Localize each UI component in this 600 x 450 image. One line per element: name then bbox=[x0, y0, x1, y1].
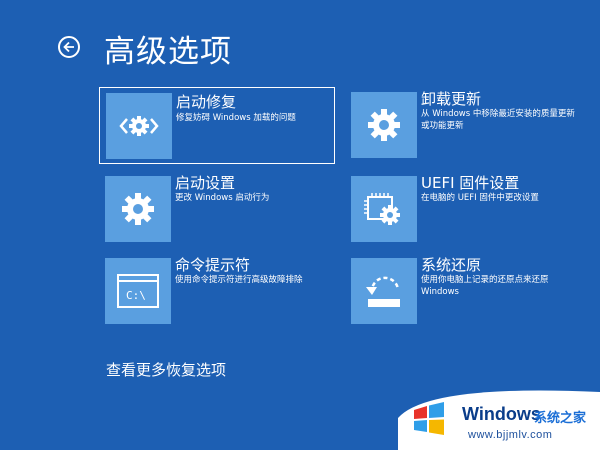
option-title: UEFI 固件设置 bbox=[421, 174, 520, 192]
option-startup-settings[interactable]: 启动设置 更改 Windows 启动行为 bbox=[105, 174, 337, 250]
command-prompt-icon: C:\ bbox=[117, 274, 159, 308]
option-tile bbox=[351, 92, 417, 158]
option-title: 启动修复 bbox=[176, 93, 237, 111]
option-tile: C:\ bbox=[105, 258, 171, 324]
option-tile bbox=[106, 93, 172, 159]
option-description: 更改 Windows 启动行为 bbox=[175, 193, 270, 203]
option-startup-repair[interactable]: 启动修复 修复妨碍 Windows 加载的问题 bbox=[99, 87, 335, 164]
option-title: 命令提示符 bbox=[175, 256, 251, 274]
option-description: 使用命令提示符进行高级故障排除 bbox=[175, 275, 303, 285]
option-uninstall-updates[interactable]: 卸载更新 从 Windows 中移除最近安装的质量更新或功能更新 bbox=[351, 90, 583, 166]
watermark-subtitle: 系统之家 bbox=[534, 411, 587, 426]
option-description: 从 Windows 中移除最近安装的质量更新或功能更新 bbox=[421, 109, 575, 131]
gear-icon bbox=[368, 109, 400, 141]
restore-icon bbox=[366, 276, 400, 307]
gear-icon bbox=[122, 193, 154, 225]
watermark-url: www.bjjmlv.com bbox=[468, 429, 553, 441]
option-title: 启动设置 bbox=[175, 174, 236, 192]
option-description: 在电脑的 UEFI 固件中更改设置 bbox=[421, 193, 539, 203]
option-title: 卸载更新 bbox=[421, 90, 482, 108]
option-tile bbox=[105, 176, 171, 242]
option-uefi-settings[interactable]: UEFI 固件设置 在电脑的 UEFI 固件中更改设置 bbox=[351, 174, 583, 250]
watermark-brand: Windows bbox=[462, 404, 541, 424]
option-title: 系统还原 bbox=[421, 256, 482, 274]
option-tile bbox=[351, 176, 417, 242]
back-arrow-icon bbox=[63, 41, 74, 53]
watermark: Windows 系统之家 www.bjjmlv.com bbox=[398, 380, 600, 450]
option-system-restore[interactable]: 系统还原 使用你电脑上记录的还原点来还原 Windows bbox=[351, 256, 583, 332]
option-description: 修复妨碍 Windows 加载的问题 bbox=[176, 113, 296, 123]
more-recovery-options-link[interactable]: 查看更多恢复选项 bbox=[106, 359, 226, 380]
option-command-prompt[interactable]: C:\ 命令提示符 使用命令提示符进行高级故障排除 bbox=[105, 256, 337, 332]
chip-gear-icon bbox=[364, 193, 400, 225]
code-gear-icon bbox=[119, 116, 159, 136]
option-description: 使用你电脑上记录的还原点来还原 Windows bbox=[421, 275, 549, 297]
console-text: C:\ bbox=[126, 289, 146, 302]
option-tile bbox=[351, 258, 417, 324]
back-button[interactable] bbox=[58, 36, 80, 58]
page-title: 高级选项 bbox=[104, 34, 232, 70]
